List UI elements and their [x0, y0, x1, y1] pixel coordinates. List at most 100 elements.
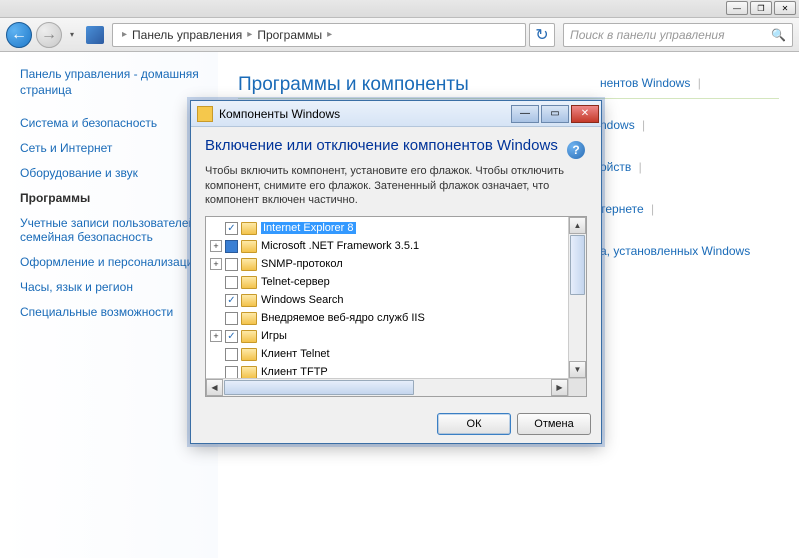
- breadcrumb-item[interactable]: Панель управления: [132, 28, 242, 42]
- sidebar-item[interactable]: Специальные возможности: [20, 305, 208, 319]
- scrollbar-corner: [568, 378, 586, 396]
- tree-row[interactable]: + Игры: [206, 327, 568, 345]
- sidebar-item[interactable]: Программы: [20, 191, 208, 205]
- content-link[interactable]: ndows |: [600, 118, 750, 132]
- sidebar-item[interactable]: Оборудование и звук: [20, 166, 208, 180]
- tree-row[interactable]: Клиент TFTP: [206, 363, 568, 378]
- tree-row[interactable]: Windows Search: [206, 291, 568, 309]
- folder-icon: [241, 222, 257, 235]
- refresh-button[interactable]: ↻: [529, 23, 555, 47]
- scroll-left-button[interactable]: ◀: [206, 379, 223, 396]
- folder-icon: [241, 240, 257, 253]
- dialog-title-text: Компоненты Windows: [219, 107, 340, 121]
- content-link[interactable]: а, установленных Windows: [600, 244, 750, 258]
- nav-bar: ← → ▾ ▸ Панель управления ▸ Программы ▸ …: [0, 18, 799, 52]
- tree-item-label: Telnet-сервер: [261, 276, 330, 288]
- search-icon: 🔍: [771, 28, 786, 42]
- folder-icon: [241, 330, 257, 343]
- feature-checkbox[interactable]: [225, 276, 238, 289]
- sidebar-item[interactable]: Сеть и Интернет: [20, 141, 208, 155]
- scroll-thumb-vertical[interactable]: [570, 235, 585, 295]
- scroll-right-button[interactable]: ▶: [551, 379, 568, 396]
- expand-toggle[interactable]: +: [210, 330, 222, 342]
- dialog-button-row: ОК Отмена: [191, 405, 601, 443]
- sidebar-item[interactable]: Часы, язык и регион: [20, 280, 208, 294]
- breadcrumb-sep-icon: ▸: [327, 29, 332, 40]
- feature-checkbox[interactable]: [225, 366, 238, 378]
- feature-checkbox[interactable]: [225, 312, 238, 325]
- feature-checkbox[interactable]: [225, 258, 238, 271]
- tree-item-label: Microsoft .NET Framework 3.5.1: [261, 240, 419, 252]
- vertical-scrollbar[interactable]: ▲ ▼: [568, 217, 586, 378]
- scroll-thumb-horizontal[interactable]: [224, 380, 414, 395]
- control-panel-icon: [86, 26, 104, 44]
- sidebar: Панель управления - домашняя страница Си…: [0, 52, 218, 558]
- dialog-description: Чтобы включить компонент, установите его…: [205, 164, 587, 209]
- dialog-close-button[interactable]: ✕: [571, 105, 599, 123]
- tree-row[interactable]: + SNMP-протокол: [206, 255, 568, 273]
- refresh-icon: ↻: [535, 25, 548, 45]
- scroll-up-button[interactable]: ▲: [569, 217, 586, 234]
- tree-row[interactable]: Internet Explorer 8: [206, 219, 568, 237]
- folder-icon: [241, 258, 257, 271]
- scroll-down-button[interactable]: ▼: [569, 361, 586, 378]
- content-link[interactable]: тернете |: [600, 202, 750, 216]
- cancel-button[interactable]: Отмена: [517, 413, 591, 435]
- expand-toggle[interactable]: +: [210, 258, 222, 270]
- tree-item-label: Внедряемое веб-ядро служб IIS: [261, 312, 425, 324]
- folder-icon: [241, 294, 257, 307]
- folder-icon: [241, 348, 257, 361]
- breadcrumb-item[interactable]: Программы: [257, 28, 322, 42]
- breadcrumb-sep-icon: ▸: [247, 29, 252, 40]
- folder-icon: [241, 312, 257, 325]
- tree-row[interactable]: Telnet-сервер: [206, 273, 568, 291]
- search-placeholder: Поиск в панели управления: [570, 28, 725, 42]
- tree-item-label: Клиент Telnet: [261, 348, 330, 360]
- feature-checkbox[interactable]: [225, 348, 238, 361]
- breadcrumb[interactable]: ▸ Панель управления ▸ Программы ▸: [112, 23, 526, 47]
- dialog-minimize-button[interactable]: —: [511, 105, 539, 123]
- features-dialog: Компоненты Windows — ▭ ✕ ? Включение или…: [190, 100, 602, 444]
- tree-viewport[interactable]: Internet Explorer 8 + Microsoft .NET Frame…: [206, 217, 568, 378]
- dialog-maximize-button[interactable]: ▭: [541, 105, 569, 123]
- feature-checkbox[interactable]: [225, 330, 238, 343]
- folder-icon: [241, 276, 257, 289]
- search-input[interactable]: Поиск в панели управления 🔍: [563, 23, 793, 47]
- tree-item-label: Internet Explorer 8: [261, 222, 356, 234]
- sidebar-home-link[interactable]: Панель управления - домашняя страница: [20, 66, 208, 98]
- sidebar-item[interactable]: Учетные записи пользователей и семейная …: [20, 216, 208, 244]
- tree-item-label: SNMP-протокол: [261, 258, 343, 270]
- window-maximize-button[interactable]: ❐: [750, 1, 772, 15]
- tree-row[interactable]: Внедряемое веб-ядро служб IIS: [206, 309, 568, 327]
- horizontal-scrollbar[interactable]: ◀ ▶: [206, 378, 568, 396]
- dialog-titlebar[interactable]: Компоненты Windows — ▭ ✕: [191, 101, 601, 127]
- nav-back-button[interactable]: ←: [6, 22, 32, 48]
- tree-item-label: Игры: [261, 330, 287, 342]
- sidebar-item[interactable]: Система и безопасность: [20, 116, 208, 130]
- window-close-button[interactable]: ✕: [774, 1, 796, 15]
- breadcrumb-sep-icon: ▸: [122, 29, 127, 40]
- feature-checkbox[interactable]: [225, 294, 238, 307]
- help-icon[interactable]: ?: [567, 141, 585, 159]
- tree-row[interactable]: + Microsoft .NET Framework 3.5.1: [206, 237, 568, 255]
- content-link[interactable]: ойств |: [600, 160, 750, 174]
- window-titlebar: — ❐ ✕: [0, 0, 799, 18]
- content-links: нентов Windows | ndows | ойств | тернете…: [600, 76, 750, 286]
- dialog-heading: Включение или отключение компонентов Win…: [205, 137, 587, 156]
- feature-checkbox[interactable]: [225, 240, 238, 253]
- feature-checkbox[interactable]: [225, 222, 238, 235]
- nav-history-dropdown[interactable]: ▾: [66, 22, 78, 48]
- ok-button[interactable]: ОК: [437, 413, 511, 435]
- window-minimize-button[interactable]: —: [726, 1, 748, 15]
- tree-row[interactable]: Клиент Telnet: [206, 345, 568, 363]
- tree-item-label: Клиент TFTP: [261, 366, 328, 378]
- nav-forward-button[interactable]: →: [36, 22, 62, 48]
- dialog-body: ? Включение или отключение компонентов W…: [191, 127, 601, 405]
- features-tree: Internet Explorer 8 + Microsoft .NET Frame…: [205, 216, 587, 397]
- sidebar-item[interactable]: Оформление и персонализация: [20, 255, 208, 269]
- dialog-icon: [197, 106, 213, 122]
- content-link[interactable]: нентов Windows |: [600, 76, 750, 90]
- folder-icon: [241, 366, 257, 378]
- tree-item-label: Windows Search: [261, 294, 344, 306]
- expand-toggle[interactable]: +: [210, 240, 222, 252]
